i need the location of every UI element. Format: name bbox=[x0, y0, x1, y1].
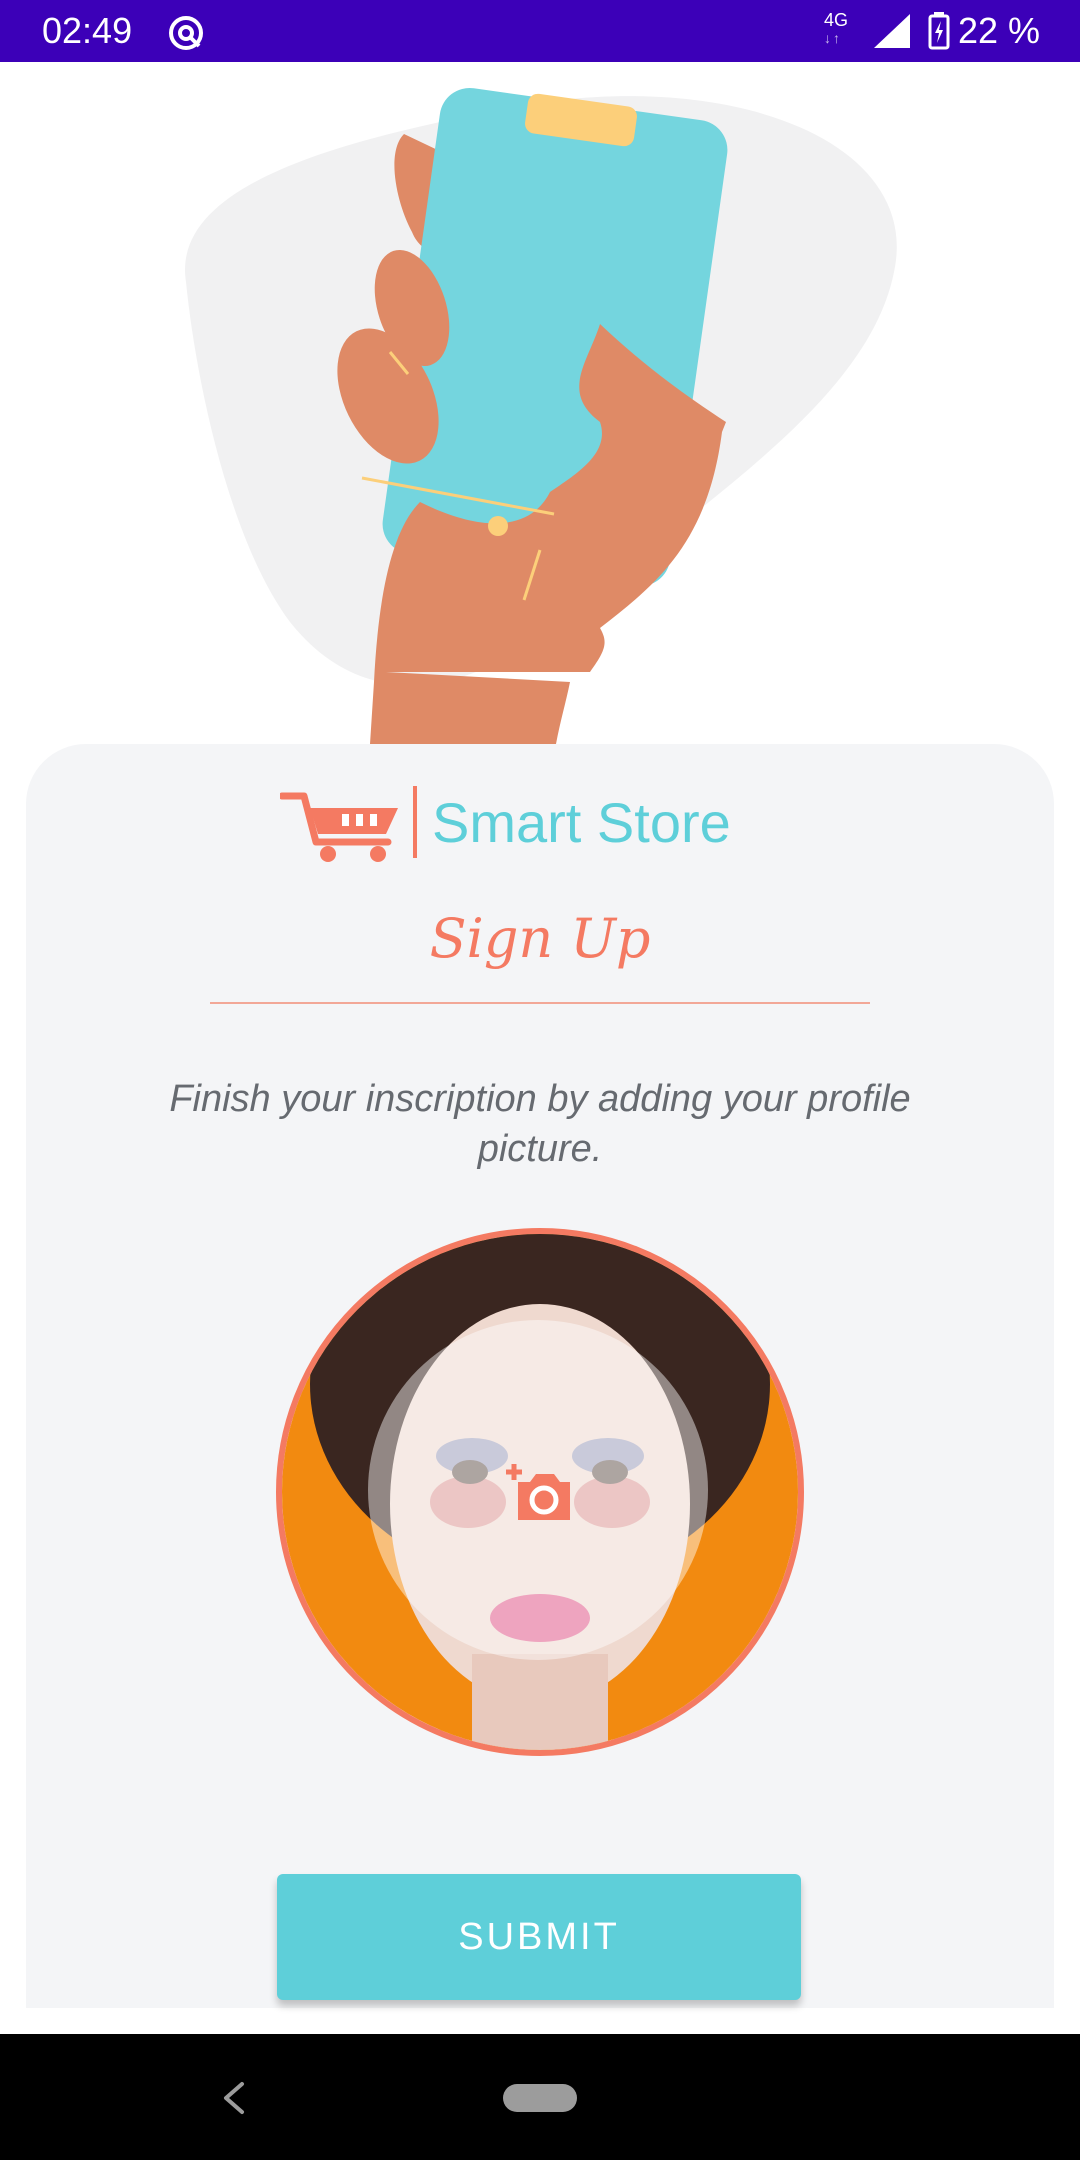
title-divider bbox=[210, 1002, 870, 1004]
brand-name: Smart Store bbox=[432, 791, 731, 854]
add-photo-icon[interactable] bbox=[504, 1462, 574, 1524]
signal-icon bbox=[874, 14, 910, 48]
page-title: Sign Up bbox=[429, 907, 651, 970]
battery-icon bbox=[928, 12, 950, 50]
hand-phone-illustration bbox=[185, 87, 897, 744]
battery-percentage: 22 % bbox=[958, 10, 1041, 51]
instruction-text: Finish your inscription by adding your p… bbox=[169, 1078, 911, 1170]
home-pill-icon[interactable] bbox=[503, 2084, 577, 2112]
sync-icon bbox=[169, 16, 203, 50]
status-bar: 02:49 4G ↓↑ 22 % bbox=[0, 0, 1080, 62]
network-indicator: 4G ↓↑ bbox=[824, 9, 848, 45]
back-icon[interactable] bbox=[218, 2080, 250, 2116]
shopping-cart-icon bbox=[280, 792, 398, 862]
network-type: 4G bbox=[824, 10, 849, 30]
status-time: 02:49 bbox=[42, 10, 133, 51]
submit-button[interactable]: SUBMIT bbox=[277, 1874, 801, 2000]
data-arrows-icon: ↓↑ bbox=[824, 30, 842, 46]
logo-divider bbox=[413, 786, 417, 858]
